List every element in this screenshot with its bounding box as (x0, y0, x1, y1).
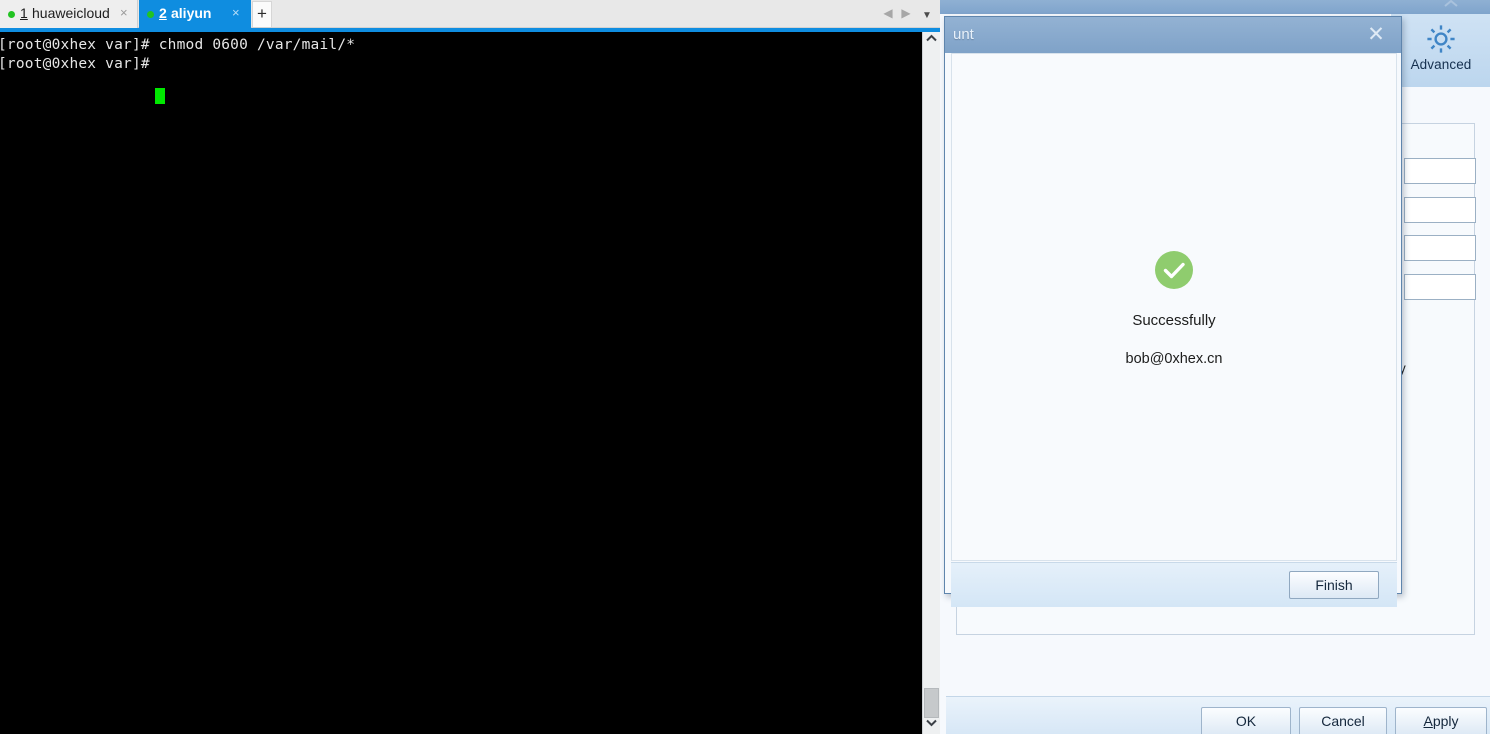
advanced-button-label: Advanced (1410, 57, 1472, 72)
scroll-up-icon[interactable] (923, 32, 940, 50)
terminal-tab-label: aliyun (171, 5, 212, 21)
triangle-right-icon[interactable]: ▶ (899, 7, 913, 21)
new-tab-button[interactable]: + (252, 1, 272, 27)
ok-button[interactable]: OK (1201, 707, 1291, 734)
screen: Advanced ly OK Cancel Apply unt ✕ (0, 0, 1490, 734)
scroll-down-icon[interactable] (923, 716, 940, 734)
connection-status-dot (147, 11, 154, 18)
modal-titlebar: unt ✕ (945, 17, 1401, 53)
modal-body: Successfully bob@0xhex.cn (951, 53, 1397, 561)
chevron-down-icon[interactable]: ▼ (920, 9, 934, 23)
terminal-tab-label: huaweicloud (32, 5, 110, 21)
terminal-line: [root@0xhex var]# (0, 56, 159, 72)
account-email-label: bob@0xhex.cn (1125, 351, 1223, 367)
settings-field-1[interactable] (1404, 158, 1476, 184)
terminal-cursor (155, 88, 165, 104)
check-circle-icon (1154, 250, 1194, 290)
close-icon[interactable]: ✕ (1363, 24, 1389, 46)
settings-field-4[interactable] (1404, 274, 1476, 300)
modal-title: unt (953, 26, 974, 43)
apply-button[interactable]: Apply (1395, 707, 1487, 734)
ribbon-bar: Advanced (1390, 14, 1490, 87)
terminal-tab-huaweicloud[interactable]: 1 huaweicloud × (0, 0, 138, 28)
triangle-left-icon[interactable]: ◀ (881, 7, 895, 21)
terminal-output[interactable]: [root@0xhex var]# chmod 0600 /var/mail/*… (0, 32, 922, 734)
cancel-button[interactable]: Cancel (1299, 707, 1387, 734)
connection-status-dot (8, 11, 15, 18)
terminal-tab-number: 2 (159, 5, 167, 21)
modal-footer: Finish (951, 562, 1397, 607)
chevron-up-icon[interactable] (1440, 0, 1462, 12)
apply-button-label: pply (1432, 713, 1459, 729)
scrollbar-thumb[interactable] (924, 688, 939, 718)
advanced-button[interactable]: Advanced (1391, 16, 1490, 86)
terminal-tab-aliyun[interactable]: 2 aliyun × (139, 0, 251, 28)
success-message-block: Successfully bob@0xhex.cn (952, 250, 1396, 367)
success-title: Successfully (1132, 312, 1216, 329)
tab-bar-navigation: ◀ ▶ ▼ (878, 0, 940, 28)
settings-field-2[interactable] (1404, 197, 1476, 223)
terminal-window: 1 huaweicloud × 2 aliyun × + ◀ ▶ ▼ [root… (0, 0, 940, 734)
gear-icon (1424, 22, 1458, 56)
terminal-line: [root@0xhex var]# chmod 0600 /var/mail/* (0, 37, 356, 53)
terminal-tab-bar: 1 huaweicloud × 2 aliyun × + ◀ ▶ ▼ (0, 0, 940, 28)
close-icon[interactable]: × (120, 5, 128, 20)
terminal-scrollbar[interactable] (922, 32, 940, 734)
terminal-tab-number: 1 (20, 5, 28, 21)
apply-button-mnemonic: A (1423, 713, 1433, 729)
settings-field-3[interactable] (1404, 235, 1476, 261)
add-account-modal: unt ✕ Successfully bob@0xhex.cn Finish (944, 16, 1402, 607)
finish-button[interactable]: Finish (1289, 571, 1379, 599)
close-icon[interactable]: × (232, 5, 240, 20)
